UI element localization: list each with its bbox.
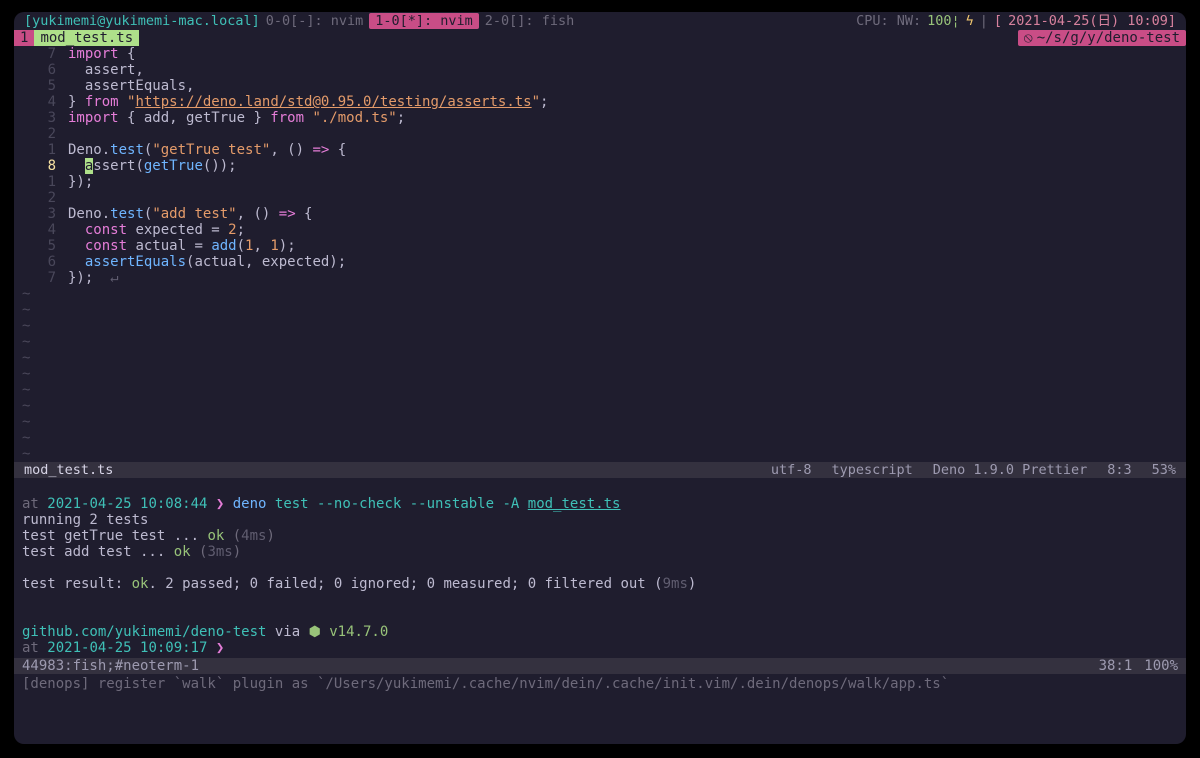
test-1-name: test getTrue test ... <box>22 528 207 544</box>
cwd-badge: ⦸ ~/s/g/y/deno-test <box>1018 30 1186 46</box>
p: ( <box>191 544 208 560</box>
cpu-label: CPU: NW: <box>856 13 921 29</box>
cmd-args: test --no-check --unstable -A <box>266 496 527 512</box>
result-detail: . 2 passed; 0 failed; 0 ignored; 0 measu… <box>148 576 662 592</box>
test-2-time: 3ms <box>207 544 232 560</box>
status-encoding: utf-8 <box>761 462 822 478</box>
bottom-percent: 100% <box>1144 658 1178 674</box>
tmux-statusline: [yukimemi@yukimemi-mac.local] 0-0[-]: nv… <box>14 12 1186 30</box>
status-position: 8:3 <box>1097 462 1141 478</box>
vim-statusline: mod_test.ts utf-8 typescript Deno 1.9.0 … <box>14 462 1186 478</box>
tmux-window-2[interactable]: 2-0[]: fish <box>485 13 574 29</box>
terminal-pane[interactable]: at 2021-04-25 10:08:44 ❯ deno test --no-… <box>14 478 1186 658</box>
term-buffer-name: 44983:fish;#neoterm-1 <box>22 658 199 674</box>
cmd-file: mod_test.ts <box>528 496 621 512</box>
result-ok: ok <box>132 576 149 592</box>
prompt-time-1: 2021-04-25 10:08:44 <box>47 496 207 512</box>
test-1-time: 4ms <box>241 528 266 544</box>
p: ) <box>233 544 241 560</box>
prompt-repo: github.com/yukimemi/deno-test <box>22 624 266 640</box>
p: ) <box>266 528 274 544</box>
at: at <box>22 640 47 656</box>
vim-message: [denops] register `walk` plugin as `/Use… <box>14 674 1186 694</box>
prompt-at: at <box>22 496 47 512</box>
cwd-path: ~/s/g/y/deno-test <box>1037 30 1180 46</box>
via: via <box>266 624 308 640</box>
node-icon: ⬢ <box>309 624 330 640</box>
prompt-icon[interactable]: ❯ <box>207 640 224 656</box>
p: ) <box>688 576 696 592</box>
tmux-host: [yukimemi@yukimemi-mac.local] <box>24 13 260 29</box>
prompt-icon: ❯ <box>207 496 232 512</box>
cmd-binary: deno <box>233 496 267 512</box>
tmux-window-1-active[interactable]: 1-0[*]: nvim <box>369 13 479 29</box>
charging-icon: ϟ <box>966 13 974 29</box>
tab-current-file[interactable]: mod_test.ts <box>34 30 139 46</box>
tab-number[interactable]: 1 <box>14 30 34 46</box>
p: ( <box>224 528 241 544</box>
prompt-time-2: 2021-04-25 10:09:17 <box>47 640 207 656</box>
datetime: 2021-04-25(日) 10:09] <box>1008 13 1176 29</box>
node-version: v14.7.0 <box>329 624 388 640</box>
test-2-ok: ok <box>174 544 191 560</box>
test-1-ok: ok <box>207 528 224 544</box>
status-filename: mod_test.ts <box>14 462 123 478</box>
tilde-filler: ~~~~~~~~~~~ <box>14 286 1186 462</box>
vim-tabline: 1 mod_test.ts ⦸ ~/s/g/y/deno-test <box>14 30 1186 46</box>
status-linter: Deno 1.9.0 Prettier <box>923 462 1097 478</box>
result-time: 9ms <box>663 576 688 592</box>
status-percent: 53% <box>1142 462 1186 478</box>
test-running: running 2 tests <box>22 512 148 528</box>
bottom-position: 38:1 <box>1087 658 1145 674</box>
apple-icon: [ <box>994 13 1002 29</box>
editor-pane[interactable]: 7import {6 assert,5 assertEquals,4} from… <box>14 46 1186 286</box>
separator: | <box>980 13 988 29</box>
result-label: test result: <box>22 576 132 592</box>
tmux-window-0[interactable]: 0-0[-]: nvim <box>266 13 364 29</box>
test-2-name: test add test ... <box>22 544 174 560</box>
eye-off-icon: ⦸ <box>1024 30 1033 46</box>
status-filetype: typescript <box>822 462 923 478</box>
cpu-value: 100¦ <box>927 13 960 29</box>
bottom-statusline: 44983:fish;#neoterm-1 38:1 100% <box>14 658 1186 674</box>
terminal-window: [yukimemi@yukimemi-mac.local] 0-0[-]: nv… <box>14 12 1186 744</box>
